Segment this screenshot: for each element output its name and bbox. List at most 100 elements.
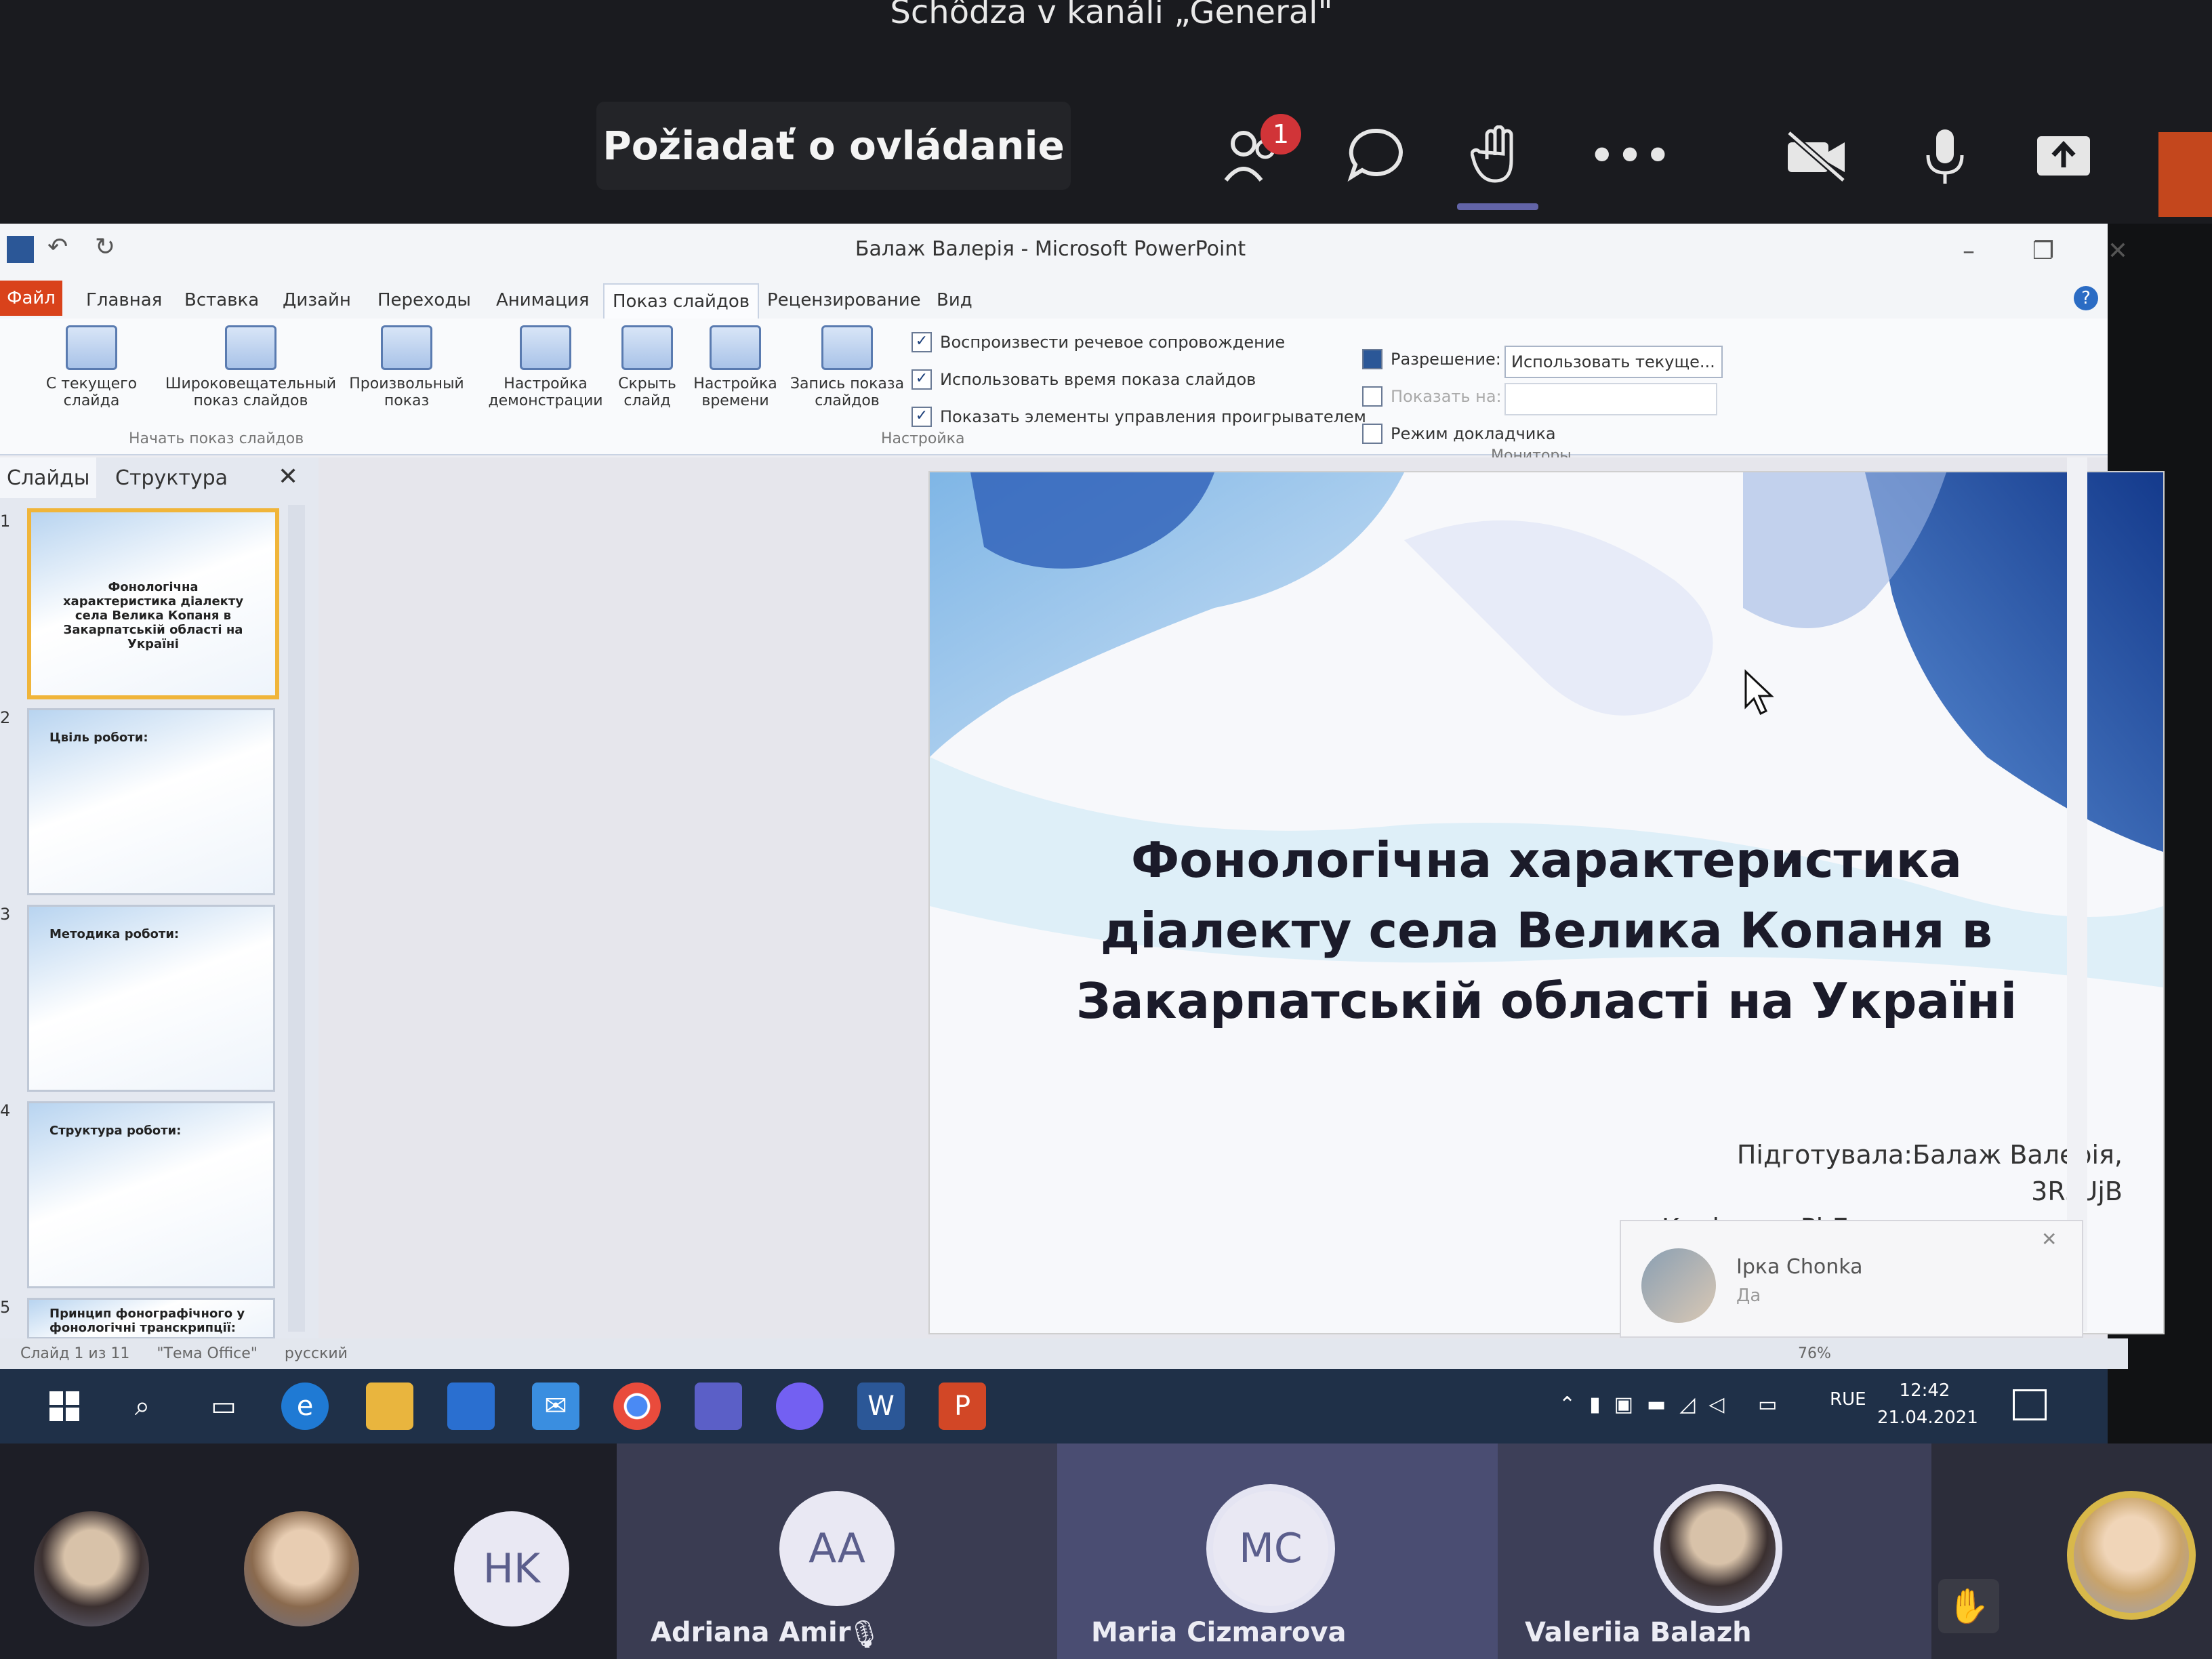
custom-show-icon xyxy=(381,325,432,370)
slide-scrollbar[interactable] xyxy=(2067,457,2087,1332)
avatar[interactable]: HK xyxy=(454,1511,569,1626)
rehearse-button[interactable]: Настройка времени xyxy=(691,325,779,409)
powerpoint-icon[interactable]: P xyxy=(939,1382,986,1430)
author-line: Підготувала:Балаж Валерія, xyxy=(1736,1140,2123,1170)
author-line: 3RsUjB xyxy=(1635,1173,2123,1210)
avatar[interactable] xyxy=(34,1511,149,1626)
rehearse-icon xyxy=(710,325,761,370)
minimize-icon[interactable]: – xyxy=(1945,230,1992,271)
show-on-dropdown[interactable] xyxy=(1504,383,1717,415)
start-icon[interactable] xyxy=(41,1382,88,1430)
tab-view[interactable]: Вид xyxy=(928,283,981,317)
group-setup-label: Настройка xyxy=(881,430,965,447)
from-current-slide-button[interactable]: С текущего слайда xyxy=(41,325,142,409)
help-icon[interactable]: ? xyxy=(2074,286,2098,310)
setup-show-button[interactable]: Настройка демонстрации xyxy=(488,325,603,409)
mic-icon[interactable] xyxy=(1904,115,1986,197)
save-icon[interactable] xyxy=(7,236,34,263)
participant-tile[interactable]: AA Adriana Amir 🎙 xyxy=(617,1443,1057,1659)
edge-icon[interactable]: e xyxy=(281,1382,329,1430)
slide-title-line: Фонологічна характеристика xyxy=(1130,832,1963,888)
participant-group: HK xyxy=(0,1443,617,1659)
teams-app-icon[interactable] xyxy=(695,1382,742,1430)
thumb-title: Принцип фонографічного у фонологічні тра… xyxy=(49,1307,245,1335)
camera-off-icon[interactable] xyxy=(1776,115,1857,197)
tab-design[interactable]: Дизайн xyxy=(274,283,359,317)
thumb-number: 1 xyxy=(0,512,11,531)
viber-icon[interactable] xyxy=(776,1382,823,1430)
thumb-number: 5 xyxy=(0,1298,11,1317)
participant-tile[interactable]: MC Maria Cizmarova xyxy=(1057,1443,1498,1659)
slide-counter: Слайд 1 из 11 xyxy=(20,1345,130,1362)
slide-title: Фонологічна характеристика діалекту села… xyxy=(998,825,2095,1036)
notification-icon[interactable] xyxy=(2013,1389,2047,1420)
close-pane-icon[interactable]: ✕ xyxy=(278,463,298,491)
pane-scrollbar[interactable] xyxy=(288,505,305,1332)
close-icon[interactable]: ✕ xyxy=(2041,1228,2057,1250)
slideshow-icon xyxy=(66,325,117,370)
rehearse-label: Настройка времени xyxy=(693,375,777,409)
hide-slide-button[interactable]: Скрыть слайд xyxy=(610,325,684,409)
tab-slide-show[interactable]: Показ слайдов xyxy=(603,283,760,319)
active-tab-indicator xyxy=(1457,203,1538,210)
request-control-button[interactable]: Požiadať o ovládanie xyxy=(596,102,1071,190)
hide-label: Скрыть слайд xyxy=(618,375,676,409)
participant-name: Valeriia Balazh xyxy=(1525,1617,1752,1648)
tab-outline[interactable]: Структура xyxy=(108,457,234,498)
share-icon[interactable] xyxy=(2023,115,2104,197)
task-view-icon[interactable]: ▭ xyxy=(200,1382,247,1430)
tab-review[interactable]: Рецензирование xyxy=(759,283,929,317)
tab-home[interactable]: Главная xyxy=(78,283,170,317)
search-icon[interactable]: ⌕ xyxy=(119,1382,166,1430)
chat-notification[interactable]: Ірка Chonka Да ✕ xyxy=(1620,1220,2083,1338)
tab-slides[interactable]: Слайды xyxy=(0,457,97,498)
zoom-level[interactable]: 76% xyxy=(1798,1345,1831,1362)
tab-animation[interactable]: Анимация xyxy=(488,283,597,317)
tab-insert[interactable]: Вставка xyxy=(176,283,267,317)
custom-show-button[interactable]: Произвольный показ xyxy=(346,325,468,409)
store-icon[interactable] xyxy=(447,1382,495,1430)
broadcast-label: Широковещательный показ слайдов xyxy=(165,375,337,409)
maximize-icon[interactable]: ❐ xyxy=(2020,230,2067,271)
avatar xyxy=(1654,1484,1782,1613)
timings-checkbox[interactable]: ✓ Использовать время показа слайдов xyxy=(912,369,1256,390)
broadcast-button[interactable]: Широковещательный показ слайдов xyxy=(156,325,346,409)
avatar[interactable] xyxy=(244,1511,359,1626)
clock-time: 12:42 xyxy=(1899,1380,1950,1401)
slide-title-line: діалекту села Велика Копаня в xyxy=(1100,902,1993,959)
redo-icon[interactable]: ↻ xyxy=(95,233,115,261)
slide-thumbnail[interactable]: Методика роботи: xyxy=(27,905,275,1092)
thumb-title: Методика роботи: xyxy=(49,927,180,941)
thumb-title: Фонологічна характеристика діалекту села… xyxy=(62,580,244,651)
slide-thumbnail[interactable]: Фонологічна характеристика діалекту села… xyxy=(27,508,279,699)
clock[interactable]: 12:42 21.04.2021 xyxy=(1877,1377,1978,1431)
resolution-dropdown[interactable]: Использовать текуще... xyxy=(1504,346,1723,378)
resolution-label: Разрешение: xyxy=(1362,349,1501,369)
input-language[interactable]: RUE xyxy=(1830,1389,1866,1410)
leave-button[interactable] xyxy=(2158,132,2212,217)
participant-tile[interactable]: Valeriia Balazh xyxy=(1498,1443,1931,1659)
close-icon[interactable]: ✕ xyxy=(2094,230,2142,271)
more-icon[interactable]: ••• xyxy=(1588,115,1672,197)
word-icon[interactable]: W xyxy=(857,1382,905,1430)
tab-file[interactable]: Файл xyxy=(0,281,62,316)
record-show-button[interactable]: Запись показа слайдов xyxy=(786,325,908,409)
chat-icon[interactable] xyxy=(1335,115,1416,197)
narration-checkbox[interactable]: ✓ Воспроизвести речевое сопровождение xyxy=(912,332,1285,352)
presenter-view-checkbox[interactable]: Режим докладчика xyxy=(1362,424,1556,444)
slide-thumbnail[interactable]: Цвіль роботи: xyxy=(27,708,275,895)
controls-checkbox[interactable]: ✓ Показать элементы управления проигрыват… xyxy=(912,407,1366,427)
tab-transitions[interactable]: Переходы xyxy=(369,283,479,317)
mail-icon[interactable]: ✉ xyxy=(532,1382,579,1430)
file-explorer-icon[interactable] xyxy=(366,1382,413,1430)
chat-sender-name: Ірка Chonka xyxy=(1736,1255,1863,1279)
chrome-icon[interactable] xyxy=(613,1382,661,1430)
slide-thumbnail[interactable]: Принцип фонографічного у фонологічні тра… xyxy=(27,1298,275,1339)
undo-icon[interactable]: ↶ xyxy=(47,233,68,261)
current-slide[interactable]: Фонологічна характеристика діалекту села… xyxy=(928,471,2165,1334)
slide-thumbnail[interactable]: Структура роботи: xyxy=(27,1101,275,1288)
raise-hand-icon[interactable] xyxy=(1457,115,1538,197)
participants-strip: HK AA Adriana Amir 🎙 MC Maria Cizmarova … xyxy=(0,1443,2212,1659)
ribbon: С текущего слайда Широковещательный пока… xyxy=(0,319,2108,464)
system-tray-icons[interactable]: ⌃▮▣▬◿◁ ▭ xyxy=(1559,1393,1790,1416)
